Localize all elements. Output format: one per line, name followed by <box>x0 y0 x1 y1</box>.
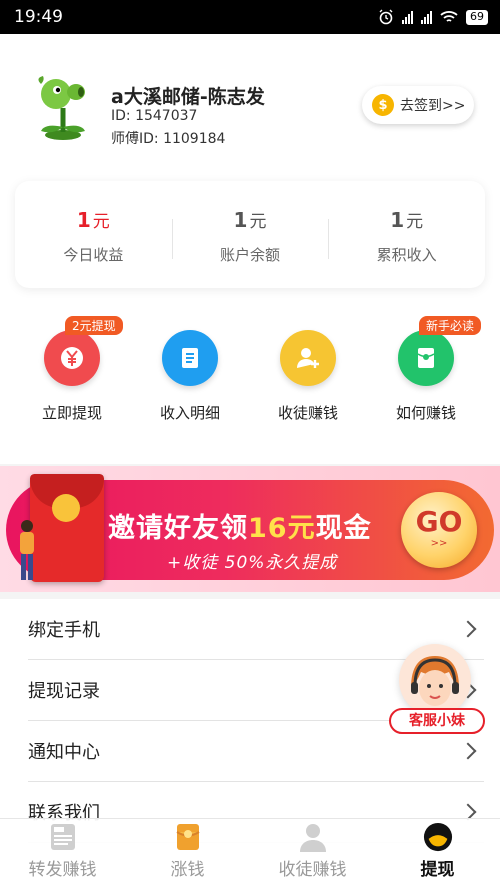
menu-label: 绑定手机 <box>28 620 100 641</box>
tab-label: 提现 <box>420 860 455 880</box>
action-tag: 2元提现 <box>65 316 123 335</box>
wifi-icon <box>440 11 458 22</box>
banner-subtitle: +收徒 50%永久提成 <box>167 553 338 573</box>
earnings-card: 1元 今日收益 1元 账户余额 1元 累积收入 <box>15 181 485 288</box>
tab-label: 涨钱 <box>170 860 205 880</box>
document-icon <box>162 330 218 386</box>
user-name: a大溪邮储-陈志发 <box>111 86 265 108</box>
stat-value: 1元 <box>233 208 267 232</box>
bottom-tab-bar: 转发赚钱 涨钱 收徒赚钱 提现 <box>0 818 500 888</box>
profile-header: a大溪邮储-陈志发 ID: 1547037 师傅ID: 1109184 $ 去签… <box>0 34 500 164</box>
news-icon <box>48 821 78 853</box>
tab-label: 收徒赚钱 <box>278 860 347 880</box>
action-how-to-earn[interactable]: 新手必读 如何赚钱 <box>367 310 485 440</box>
battery-icon: 69 <box>466 9 488 25</box>
tab-recruit[interactable]: 收徒赚钱 <box>250 819 375 888</box>
chevron-right-icon <box>459 620 477 638</box>
user-icon <box>298 821 328 853</box>
invite-banner[interactable]: 邀请好友领16元现金 +收徒 50%永久提成 GO >> <box>0 466 500 592</box>
quick-actions: 2元提现 立即提现 收入明细 收徒赚钱 新手必读 如何赚钱 <box>0 310 500 440</box>
action-label: 收徒赚钱 <box>277 404 338 422</box>
stat-label: 账户余额 <box>220 246 281 264</box>
stat-value: 1元 <box>76 208 110 232</box>
support-agent-icon <box>399 644 471 716</box>
action-recruit[interactable]: 收徒赚钱 <box>249 310 367 440</box>
tab-share-earn[interactable]: 转发赚钱 <box>0 819 125 888</box>
master-id: 师傅ID: 1109184 <box>111 131 226 147</box>
withdraw-icon <box>423 821 453 853</box>
stat-account-balance[interactable]: 1元 账户余额 <box>171 181 329 288</box>
banner-title: 邀请好友领16元现金 <box>108 513 372 544</box>
action-income-detail[interactable]: 收入明细 <box>131 310 249 440</box>
action-label: 立即提现 <box>41 404 102 422</box>
tab-label: 转发赚钱 <box>28 860 97 880</box>
signin-button[interactable]: $ 去签到>> <box>362 86 474 124</box>
chevron-right-icon <box>459 742 477 760</box>
signal-icon <box>402 10 413 24</box>
action-withdraw[interactable]: 2元提现 立即提现 <box>13 310 131 440</box>
action-label: 收入明细 <box>159 404 220 422</box>
stat-label: 今日收益 <box>63 246 124 264</box>
action-label: 如何赚钱 <box>395 404 456 422</box>
alarm-icon <box>379 9 393 25</box>
action-tag: 新手必读 <box>419 316 482 335</box>
menu-label: 通知中心 <box>28 742 100 763</box>
stat-total-income[interactable]: 1元 累积收入 <box>328 181 485 288</box>
status-time: 19:49 <box>14 7 63 27</box>
person-illustration <box>20 520 34 580</box>
yuan-icon <box>44 330 100 386</box>
status-bar: 19:49 69 <box>0 0 500 34</box>
user-id: ID: 1547037 <box>111 108 198 124</box>
tab-earn-more[interactable]: 涨钱 <box>125 819 250 888</box>
red-packet-icon <box>398 330 454 386</box>
go-arrows: >> <box>430 538 448 549</box>
signin-label: 去签到>> <box>400 98 466 114</box>
signal-icon-2 <box>421 10 432 24</box>
menu-label: 提现记录 <box>28 681 100 702</box>
add-user-icon <box>280 330 336 386</box>
tab-withdraw[interactable]: 提现 <box>375 819 500 888</box>
stat-label: 累积收入 <box>376 246 437 264</box>
red-envelope-icon <box>173 821 203 853</box>
customer-service-button[interactable]: 客服小妹 <box>389 644 485 736</box>
support-label: 客服小妹 <box>389 708 485 734</box>
avatar[interactable] <box>28 72 98 142</box>
stat-value: 1元 <box>390 208 424 232</box>
coin-icon: $ <box>372 94 394 116</box>
go-button[interactable]: GO >> <box>401 492 477 568</box>
stat-today-earnings[interactable]: 1元 今日收益 <box>15 181 172 288</box>
